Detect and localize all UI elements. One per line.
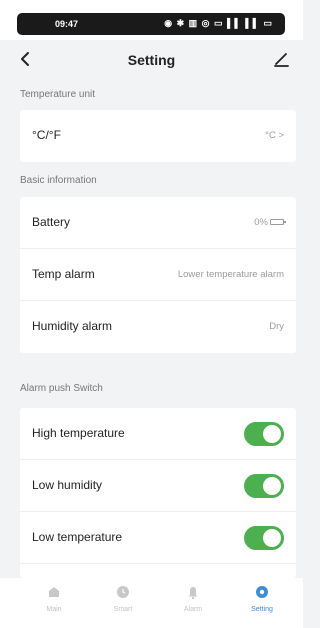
- temp-alarm-row[interactable]: Temp alarm Lower temperature alarm: [20, 249, 296, 301]
- temperature-unit-row[interactable]: °C/°F °C >: [20, 110, 296, 162]
- battery-percent: 0%: [254, 217, 268, 228]
- tab-bar: Main Smart Alarm Setting: [0, 578, 303, 628]
- gear-icon: [256, 586, 268, 598]
- temperature-unit-card: °C/°F °C >: [20, 110, 296, 162]
- basic-information-card: Battery 0% Temp alarm Lower temperature …: [20, 197, 296, 353]
- low-temperature-row: Low temperature: [20, 512, 296, 564]
- tab-setting[interactable]: Setting: [232, 584, 292, 613]
- temp-alarm-value: Lower temperature alarm: [177, 269, 284, 280]
- status-time: 09:47: [55, 19, 79, 29]
- low-humidity-toggle[interactable]: [244, 474, 284, 498]
- status-bar: 09:47 ◉ ✱ ▥ ◎ ▭ ▌▌ ▌▌ ▭: [0, 0, 303, 40]
- low-temperature-toggle[interactable]: [244, 526, 284, 550]
- low-humidity-label: Low humidity: [32, 478, 103, 492]
- status-icons: ◉ ✱ ▥ ◎ ▭ ▌▌ ▌▌ ▭: [164, 18, 273, 28]
- toggle-knob: [263, 529, 281, 547]
- tab-alarm[interactable]: Alarm: [163, 584, 223, 613]
- tab-smart-label: Smart: [113, 606, 133, 613]
- nav-bar: Setting: [0, 40, 303, 80]
- status-pill: 09:47 ◉ ✱ ▥ ◎ ▭ ▌▌ ▌▌ ▭: [17, 13, 285, 35]
- page-title: Setting: [127, 52, 176, 68]
- humidity-alarm-row[interactable]: Humidity alarm Dry: [20, 301, 296, 353]
- toggle-knob: [263, 425, 281, 443]
- battery-row[interactable]: Battery 0%: [20, 197, 296, 249]
- high-temperature-row: High temperature: [20, 408, 296, 460]
- clock-icon: [117, 586, 129, 598]
- bell-icon: [188, 587, 198, 600]
- humidity-alarm-value: Dry: [269, 321, 284, 332]
- basic-information-header: Basic information: [20, 175, 97, 186]
- humidity-alarm-label: Humidity alarm: [32, 319, 113, 333]
- temperature-unit-header: Temperature unit: [20, 89, 96, 100]
- battery-icon: [270, 219, 286, 226]
- tab-main-label: Main: [46, 606, 62, 613]
- tab-main[interactable]: Main: [24, 584, 84, 613]
- battery-value: 0%: [254, 217, 286, 228]
- temperature-unit-label: °C/°F: [32, 128, 61, 142]
- partial-row: [20, 564, 296, 578]
- home-icon: [49, 587, 59, 597]
- temperature-unit-value: °C >: [265, 130, 284, 141]
- low-humidity-row: Low humidity: [20, 460, 296, 512]
- alarm-push-card: High temperature Low humidity Low temper…: [20, 408, 296, 578]
- tab-alarm-label: Alarm: [183, 606, 203, 613]
- edit-icon[interactable]: [271, 49, 291, 69]
- high-temperature-toggle[interactable]: [244, 422, 284, 446]
- low-temperature-label: Low temperature: [32, 530, 123, 544]
- tab-setting-label: Setting: [251, 606, 273, 613]
- high-temperature-label: High temperature: [32, 426, 125, 440]
- battery-label: Battery: [32, 215, 71, 229]
- tab-smart[interactable]: Smart: [93, 584, 153, 613]
- toggle-knob: [263, 477, 281, 495]
- alarm-push-header: Alarm push Switch: [20, 383, 103, 394]
- temp-alarm-label: Temp alarm: [32, 267, 95, 281]
